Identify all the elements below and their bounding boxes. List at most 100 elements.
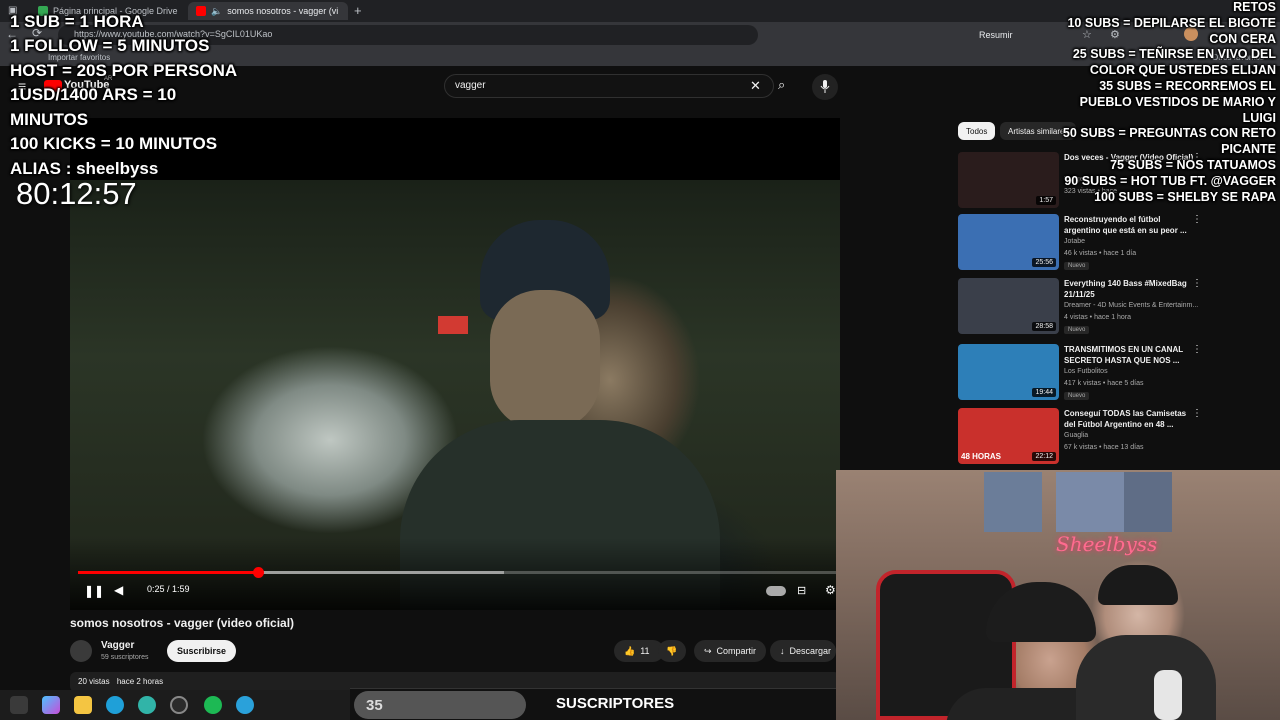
telegram-icon[interactable] — [236, 696, 254, 714]
rule-line: HOST = 20S POR PERSONA — [10, 61, 238, 80]
thumbs-down-icon: 👎 — [666, 645, 678, 656]
share-label: Compartir — [716, 646, 757, 656]
clear-search-icon[interactable]: ✕ — [750, 78, 761, 94]
suggestion-channel[interactable]: Guaglia — [1064, 432, 1088, 439]
suggestion-meta: 417 k vistas • hace 5 días — [1064, 380, 1144, 387]
more-options-icon[interactable]: ⋮ — [1192, 214, 1202, 225]
poster-1 — [984, 472, 1042, 532]
challenge-line: CON CERA — [1209, 31, 1276, 46]
challenge-line: COLOR QUE USTEDES ELIJAN — [1089, 63, 1276, 78]
channel-subscriber-count: 59 suscriptores — [101, 654, 149, 661]
challenge-line: RETOS — [1233, 0, 1276, 14]
suggestion-title[interactable]: Reconstruyendo el fútbol argentino que e… — [1064, 214, 1194, 236]
spotify-icon[interactable] — [204, 696, 222, 714]
settings-icon[interactable]: ⚙ — [825, 583, 836, 597]
share-button[interactable]: ↪ Compartir — [694, 640, 767, 662]
edge-icon[interactable] — [138, 696, 156, 714]
suggestion-thumbnail[interactable]: 19:44 — [958, 344, 1059, 400]
new-badge: Nuevo — [1064, 326, 1090, 334]
subscriber-count: 35 — [354, 691, 526, 719]
challenge-line: 35 SUBS = RECORREMOS EL — [1099, 79, 1276, 93]
video-title: somos nosotros - vagger (video oficial) — [70, 616, 295, 630]
challenge-line: LUIGI — [1242, 110, 1276, 125]
thumbnail-text: 48 HORAS — [961, 452, 1002, 461]
windows-start-icon[interactable] — [10, 696, 28, 714]
download-label: Descargar — [789, 646, 832, 656]
poster-2 — [1056, 472, 1126, 532]
more-options-icon[interactable]: ⋮ — [1192, 278, 1202, 289]
obs-icon[interactable] — [170, 696, 188, 714]
video-player[interactable]: ❚❚ ◀ 0:25 / 1:59 ⊟ ⚙ — [70, 118, 840, 610]
youtube-icon — [196, 6, 206, 16]
search-icon[interactable]: ⌕ — [778, 77, 785, 93]
duration-badge: 25:56 — [1032, 258, 1056, 267]
humidifier — [1154, 670, 1182, 720]
webcam-feed: Sheelbyss — [836, 470, 1280, 720]
channel-name[interactable]: Vagger — [101, 640, 134, 651]
rule-line: 100 KICKS = 10 MINUTOS — [10, 134, 218, 153]
suggestion-channel[interactable]: Los Futbolitos — [1064, 368, 1108, 375]
time-display: 0:25 / 1:59 — [147, 584, 190, 594]
summarize-button[interactable]: Resumir — [979, 30, 1013, 40]
rule-line: 1 SUB = 1 HORA — [10, 12, 144, 31]
red-light — [438, 316, 468, 334]
suggestion-thumbnail[interactable]: 48 HORAS 22:12 — [958, 408, 1059, 464]
played-bar — [78, 571, 259, 574]
challenge-line: 90 SUBS = HOT TUB FT. @VAGGER — [1064, 173, 1276, 188]
progress-bar[interactable] — [78, 567, 838, 578]
suggestion-meta: 46 k vistas • hace 1 día — [1064, 250, 1137, 257]
challenge-line: 100 SUBS = SHELBY SE RAPA — [1094, 189, 1276, 204]
rule-line: 1 FOLLOW = 5 MINUTOS — [10, 36, 210, 55]
new-badge: Nuevo — [1064, 262, 1090, 270]
challenge-line: PUEBLO VESTIDOS DE MARIO Y — [1079, 94, 1276, 109]
thumbs-up-icon: 👍 — [624, 645, 636, 656]
microphone-icon[interactable] — [812, 74, 838, 100]
suggestion-thumbnail[interactable]: 1:57 — [958, 152, 1059, 208]
challenge-line: 25 SUBS = TEÑIRSE EN VIVO DEL — [1072, 47, 1276, 62]
edge-icon[interactable] — [106, 696, 124, 714]
suggestion-title[interactable]: Conseguí TODAS las Camisetas del Fútbol … — [1064, 408, 1194, 430]
suggestion-thumbnail[interactable]: 25:56 — [958, 214, 1059, 270]
suggestion-channel[interactable]: Jotabe — [1064, 238, 1085, 245]
subscriber-counter: 35 SUSCRIPTORES — [350, 688, 836, 720]
tab-youtube[interactable]: 🔈 somos nosotros - vagger (vi ✕ — [188, 2, 348, 20]
suggestion-channel[interactable]: Dreamer - 4D Music Events & Entertainm..… — [1064, 302, 1198, 309]
view-count: 20 vistas — [78, 677, 110, 686]
autoplay-toggle[interactable] — [766, 586, 786, 596]
suggestion-meta: 67 k vistas • hace 13 días — [1064, 444, 1144, 451]
more-options-icon[interactable]: ⋮ — [1192, 408, 1202, 419]
suggestion-title[interactable]: Everything 140 Bass #MixedBag 21/11/25 — [1064, 278, 1194, 300]
challenge-line: PICANTE — [1221, 142, 1276, 157]
suggestion-thumbnail[interactable]: 28:58 — [958, 278, 1059, 334]
subathon-timer: 80:12:57 — [16, 176, 137, 211]
suggestion-item[interactable]: 19:44 TRANSMITIMOS EN UN CANAL SECRETO HA… — [958, 344, 1258, 402]
suggestion-title[interactable]: TRANSMITIMOS EN UN CANAL SECRETO HASTA Q… — [1064, 344, 1194, 366]
controls-overlay — [70, 538, 840, 610]
subscribe-button[interactable]: Suscribirse — [167, 640, 237, 662]
speaker-icon[interactable]: 🔈 — [211, 6, 222, 17]
new-tab-button[interactable]: + — [354, 3, 362, 18]
subscriber-label: SUSCRIPTORES — [556, 695, 675, 712]
channel-avatar[interactable] — [70, 640, 92, 662]
copilot-icon[interactable] — [42, 696, 60, 714]
person-face — [490, 290, 600, 430]
pause-icon[interactable]: ❚❚ — [84, 584, 104, 598]
search-input[interactable]: vagger — [444, 74, 774, 98]
volume-icon[interactable]: ◀ — [114, 583, 123, 597]
more-options-icon[interactable]: ⋮ — [1192, 344, 1202, 355]
suggestion-item[interactable]: 48 HORAS 22:12 Conseguí TODAS las Camiseta… — [958, 408, 1258, 466]
upload-age: hace 2 horas — [116, 677, 164, 686]
chip-all[interactable]: Todos — [958, 122, 996, 140]
challenge-line: 10 SUBS = DEPILARSE EL BIGOTE — [1067, 15, 1276, 30]
windows-taskbar — [0, 690, 350, 720]
tab-title: somos nosotros - vagger (vi — [227, 6, 339, 16]
file-explorer-icon[interactable] — [74, 696, 92, 714]
like-button[interactable]: 👍 11 — [614, 640, 664, 662]
rule-line: 1USD/1400 ARS = 10 — [10, 85, 177, 104]
captions-icon[interactable]: ⊟ — [797, 584, 806, 597]
suggestion-item[interactable]: 28:58 Everything 140 Bass #MixedBag 21/11… — [958, 278, 1258, 336]
download-button[interactable]: ↓ Descargar — [770, 640, 836, 662]
duration-badge: 19:44 — [1032, 388, 1056, 397]
dislike-button[interactable]: 👎 — [658, 640, 686, 662]
suggestion-item[interactable]: 25:56 Reconstruyendo el fútbol argentino … — [958, 214, 1258, 272]
